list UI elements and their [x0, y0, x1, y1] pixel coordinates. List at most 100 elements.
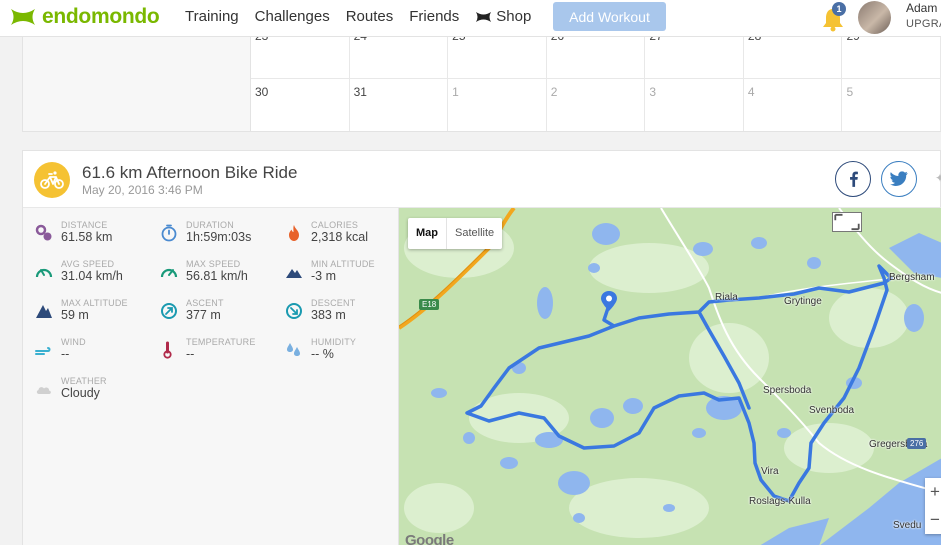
google-logo[interactable]: Google	[405, 532, 454, 545]
notification-count-badge: 1	[832, 2, 846, 16]
endomondo-logo[interactable]: endomondo	[8, 5, 160, 28]
stopwatch-icon	[161, 224, 177, 242]
map-place-label: Roslags-Kulla	[749, 496, 811, 507]
stat-avg-speed: AVG SPEED 31.04 km/h	[35, 259, 160, 293]
humidity-icon	[287, 343, 300, 356]
speedometer-icon	[160, 268, 178, 278]
stat-label: WIND	[61, 337, 86, 347]
workout-date: May 20, 2016 3:46 PM	[82, 183, 203, 197]
stat-value: 1h:59m:03s	[186, 230, 252, 244]
route-map[interactable]: Riala Grytinge Bergsham Spersboda Svenbo…	[399, 208, 941, 545]
user-name[interactable]: Adam	[906, 1, 937, 15]
calendar-grid: 23 24 25 26 27 28 29 30 31 1 2 3 4 5	[251, 21, 941, 131]
wind-icon	[35, 347, 51, 355]
map-canvas[interactable]	[399, 208, 941, 545]
stat-min-altitude: MIN ALTITUDE -3 m	[285, 259, 410, 293]
nav-shop[interactable]: Shop	[475, 8, 547, 25]
stat-label: MAX ALTITUDE	[61, 298, 128, 308]
workout-card: 61.6 km Afternoon Bike Ride May 20, 2016…	[22, 150, 941, 545]
stat-label: DISTANCE	[61, 220, 108, 230]
zoom-in-button[interactable]: +	[925, 478, 941, 506]
calendar-week-row: 30 31 1 2 3 4 5	[251, 79, 941, 131]
stat-label: DESCENT	[311, 298, 356, 308]
stat-label: DURATION	[186, 220, 234, 230]
stat-temperature: TEMPERATURE --	[160, 337, 285, 371]
stat-max-altitude: MAX ALTITUDE 59 m	[35, 298, 160, 332]
stat-label: CALORIES	[311, 220, 359, 230]
mountain-icon	[36, 305, 52, 318]
calendar-day-next-month[interactable]: 4	[744, 79, 843, 131]
map-type-control: Map Satellite	[408, 218, 503, 249]
thermometer-icon	[163, 341, 172, 359]
map-place-label: Vira	[761, 466, 779, 477]
stat-value: 59 m	[61, 308, 89, 322]
cloud-icon	[36, 387, 51, 394]
calendar-day[interactable]: 31	[350, 79, 449, 131]
stat-wind: WIND --	[35, 337, 160, 371]
stat-value: --	[61, 347, 70, 361]
stat-humidity: HUMIDITY -- %	[285, 337, 410, 371]
stat-value: 61.58 km	[61, 230, 113, 244]
brand-name: endomondo	[42, 5, 160, 28]
avatar[interactable]	[858, 1, 891, 34]
stat-duration: DURATION 1h:59m:03s	[160, 220, 285, 254]
stat-weather: WEATHER Cloudy	[35, 376, 160, 410]
zoom-control: + −	[925, 478, 941, 534]
upgrade-link[interactable]: UPGRA	[906, 18, 941, 30]
stat-value: 383 m	[311, 308, 346, 322]
nav-challenges[interactable]: Challenges	[255, 8, 330, 25]
facebook-icon	[849, 171, 858, 187]
map-place-label: Svenboda	[809, 405, 855, 416]
map-place-label: Grytinge	[784, 296, 822, 307]
ascent-icon	[161, 303, 177, 319]
map-tab-map[interactable]: Map	[408, 218, 447, 249]
workout-title[interactable]: 61.6 km Afternoon Bike Ride	[82, 163, 297, 183]
road-number-badge: E18	[419, 299, 440, 310]
nav-routes[interactable]: Routes	[346, 8, 394, 25]
more-options-icon[interactable]: ✦	[935, 171, 941, 185]
stat-value: 31.04 km/h	[61, 269, 123, 283]
bike-icon	[34, 162, 70, 198]
fullscreen-button[interactable]	[832, 212, 862, 232]
road-number-badge: 276	[907, 438, 927, 449]
stat-label: AVG SPEED	[61, 259, 115, 269]
under-armour-icon	[476, 11, 492, 22]
stat-label: MIN ALTITUDE	[311, 259, 375, 269]
calendar-day-next-month[interactable]: 1	[448, 79, 547, 131]
calendar-day-next-month[interactable]: 2	[547, 79, 646, 131]
map-place-label: Svedu	[893, 520, 922, 531]
stat-calories: CALORIES 2,318 kcal	[285, 220, 410, 254]
twitter-icon	[890, 171, 908, 186]
map-place-label: Bergsham	[889, 272, 935, 283]
stat-value: Cloudy	[61, 386, 100, 400]
flame-icon	[289, 225, 299, 241]
map-tab-satellite[interactable]: Satellite	[447, 218, 502, 249]
start-pin-icon[interactable]	[601, 291, 617, 311]
stat-value: -3 m	[311, 269, 336, 283]
facebook-share-button[interactable]	[835, 161, 871, 197]
calendar-day[interactable]: 30	[251, 79, 350, 131]
stat-descent: DESCENT 383 m	[285, 298, 410, 332]
stat-max-speed: MAX SPEED 56.81 km/h	[160, 259, 285, 293]
descent-icon	[286, 303, 302, 319]
nav-friends[interactable]: Friends	[409, 8, 459, 25]
stat-distance: DISTANCE 61.58 km	[35, 220, 160, 254]
top-navigation-bar: endomondo Training Challenges Routes Fri…	[0, 0, 941, 37]
calendar-day-next-month[interactable]: 3	[645, 79, 744, 131]
stat-value: 377 m	[186, 308, 221, 322]
under-armour-logo-icon	[11, 9, 35, 25]
twitter-share-button[interactable]	[881, 161, 917, 197]
stat-value: --	[186, 347, 195, 361]
stat-value: 56.81 km/h	[186, 269, 248, 283]
main-nav: Training Challenges Routes Friends Shop	[185, 8, 563, 25]
workout-stats: DISTANCE 61.58 km DURATION 1h:59m:03s CA…	[23, 208, 399, 545]
calendar-day-next-month[interactable]: 5	[842, 79, 941, 131]
add-workout-button[interactable]: Add Workout	[553, 2, 666, 31]
nav-training[interactable]: Training	[185, 8, 239, 25]
stat-value: 2,318 kcal	[311, 230, 368, 244]
stat-label: HUMIDITY	[311, 337, 357, 347]
distance-icon	[35, 224, 52, 241]
stat-label: WEATHER	[61, 376, 107, 386]
fullscreen-icon	[834, 213, 860, 231]
zoom-out-button[interactable]: −	[925, 506, 941, 534]
